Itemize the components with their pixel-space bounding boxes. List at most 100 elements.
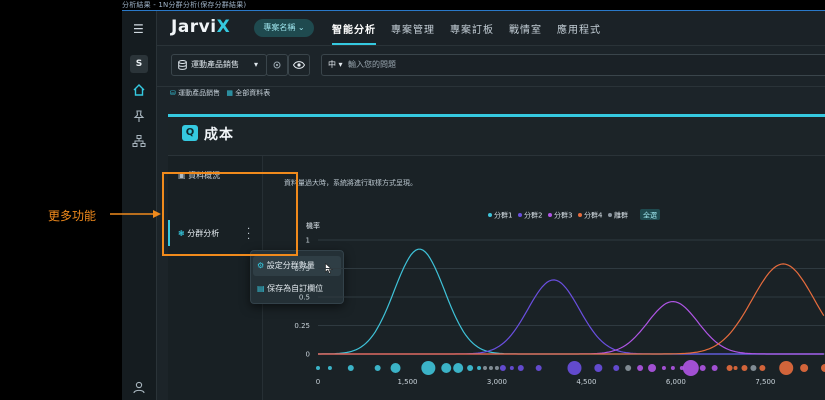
legend-marker [488, 213, 492, 217]
cluster-point [441, 363, 452, 373]
user-icon[interactable] [132, 380, 146, 394]
y-tick-label: 0.25 [294, 322, 310, 330]
x-tick-label: 6,000 [666, 378, 686, 386]
legend-item: 分群2 [524, 211, 542, 220]
legend-marker [608, 213, 612, 217]
database-icon [178, 60, 187, 70]
y-tick-label: 0.75 [294, 265, 310, 273]
jarvix-logo[interactable]: JarviX [171, 17, 230, 37]
cluster-point [726, 365, 733, 371]
annotation-label: 更多功能 [48, 209, 97, 223]
x-tick-label: 1,500 [397, 378, 417, 386]
dataset-settings-button[interactable] [266, 54, 288, 76]
chevron-down-icon: ▾ [254, 60, 259, 69]
dataset-select[interactable]: 運動產品銷售 ▾ [171, 54, 267, 76]
cluster-point [316, 366, 320, 370]
breadcrumb: ⛁ 運動產品銷售 ▦ 全部資料表 [170, 88, 270, 98]
cluster-point [499, 365, 506, 371]
home-icon[interactable] [132, 83, 146, 97]
cluster-point [759, 365, 766, 371]
cluster-point [821, 364, 825, 372]
cluster-point [613, 365, 620, 371]
menu-icon[interactable]: ☰ [133, 22, 144, 36]
cluster-point [661, 366, 666, 370]
cluster-point [741, 365, 748, 371]
density-curve-分群3 [318, 300, 824, 355]
cluster-point [374, 365, 381, 371]
select-all-button[interactable]: 全選 [643, 211, 657, 220]
cluster-density-chart: 分群1 分群2 分群3 分群4 離群 全選 機率 1 0.75 0.5 0.25 0 0 1,500 3,… [294, 209, 825, 386]
tab-project-management[interactable]: 專案管理 [391, 21, 435, 36]
pin-icon[interactable] [132, 109, 146, 123]
density-curve-分群1 [318, 248, 824, 355]
cluster-point [535, 365, 542, 371]
legend-marker [518, 213, 522, 217]
window-title: 分析結果 - 1N分群分析(保存分群結果) [122, 1, 247, 9]
legend-item: 分群4 [584, 211, 603, 220]
top-nav: JarviX 專案名稱 ⌄ 智能分析 專案管理 專案訂板 戰情室 應用程式 [157, 11, 825, 46]
tab-war-room[interactable]: 戰情室 [509, 21, 542, 36]
cluster-point [648, 364, 657, 372]
y-axis-label: 機率 [306, 221, 320, 230]
legend-marker [578, 213, 582, 217]
gear-icon [273, 61, 281, 69]
breadcrumb-table[interactable]: 全部資料表 [235, 89, 270, 97]
eye-icon [293, 61, 305, 69]
cluster-point [453, 363, 464, 373]
legend-item: 離群 [614, 211, 628, 220]
cluster-point [733, 366, 738, 370]
question-badge: Q [182, 125, 198, 141]
dataset-select-label: 運動產品銷售 [191, 60, 239, 69]
tab-smart-analysis[interactable]: 智能分析 [332, 21, 376, 45]
cluster-point [494, 366, 499, 370]
left-rail: ☰ S [122, 11, 157, 400]
annotation-highlight-box [162, 172, 298, 256]
cluster-point [670, 366, 675, 370]
database-icon: ⛁ [170, 89, 176, 97]
cluster-point [467, 365, 474, 371]
cluster-point [488, 366, 493, 370]
cluster-point [682, 360, 699, 376]
dataset-preview-button[interactable] [288, 54, 310, 76]
annotation-arrow-icon [110, 210, 161, 218]
cluster-point [327, 366, 332, 370]
cluster-point [390, 363, 401, 373]
x-tick-label: 7,500 [755, 378, 775, 386]
y-tick-label: 1 [306, 237, 310, 245]
y-tick-label: 0 [306, 351, 310, 359]
breadcrumb-dataset[interactable]: 運動產品銷售 [178, 89, 220, 97]
project-name-dropdown[interactable]: 專案名稱 ⌄ [254, 19, 314, 37]
y-tick-label: 0.5 [299, 294, 310, 302]
language-select[interactable]: 中 ▾ [328, 55, 343, 75]
cluster-point [779, 361, 794, 375]
tab-applications[interactable]: 應用程式 [557, 21, 601, 36]
cluster-point [625, 365, 632, 371]
hierarchy-icon[interactable] [132, 134, 146, 148]
cluster-point [567, 361, 582, 375]
workspace-avatar[interactable]: S [130, 55, 148, 73]
panel-header: Q 成本 [168, 117, 825, 156]
query-toolbar: 運動產品銷售 ▾ 中 ▾ 輸入您的問題 [157, 46, 825, 87]
legend-item: 分群3 [554, 211, 572, 220]
question-input[interactable]: 中 ▾ 輸入您的問題 [321, 54, 825, 76]
cluster-point [800, 364, 809, 372]
legend-marker [548, 213, 552, 217]
question-placeholder: 輸入您的問題 [348, 60, 396, 69]
legend-item: 分群1 [494, 211, 512, 220]
cluster-point [477, 366, 482, 370]
cluster-point [637, 365, 644, 371]
cluster-point [347, 365, 354, 371]
tab-project-board[interactable]: 專案訂板 [450, 21, 494, 36]
cluster-point [750, 365, 757, 371]
x-tick-label: 0 [316, 378, 320, 386]
x-tick-label: 4,500 [576, 378, 596, 386]
page-title: 成本 [204, 127, 234, 143]
cluster-point [699, 365, 706, 371]
cluster-point [711, 365, 718, 371]
cluster-point [483, 366, 488, 370]
x-tick-label: 3,000 [487, 378, 507, 386]
cluster-point [509, 366, 514, 370]
cluster-point [421, 361, 436, 375]
density-curve-分群4 [318, 263, 825, 355]
cluster-point [594, 364, 603, 372]
